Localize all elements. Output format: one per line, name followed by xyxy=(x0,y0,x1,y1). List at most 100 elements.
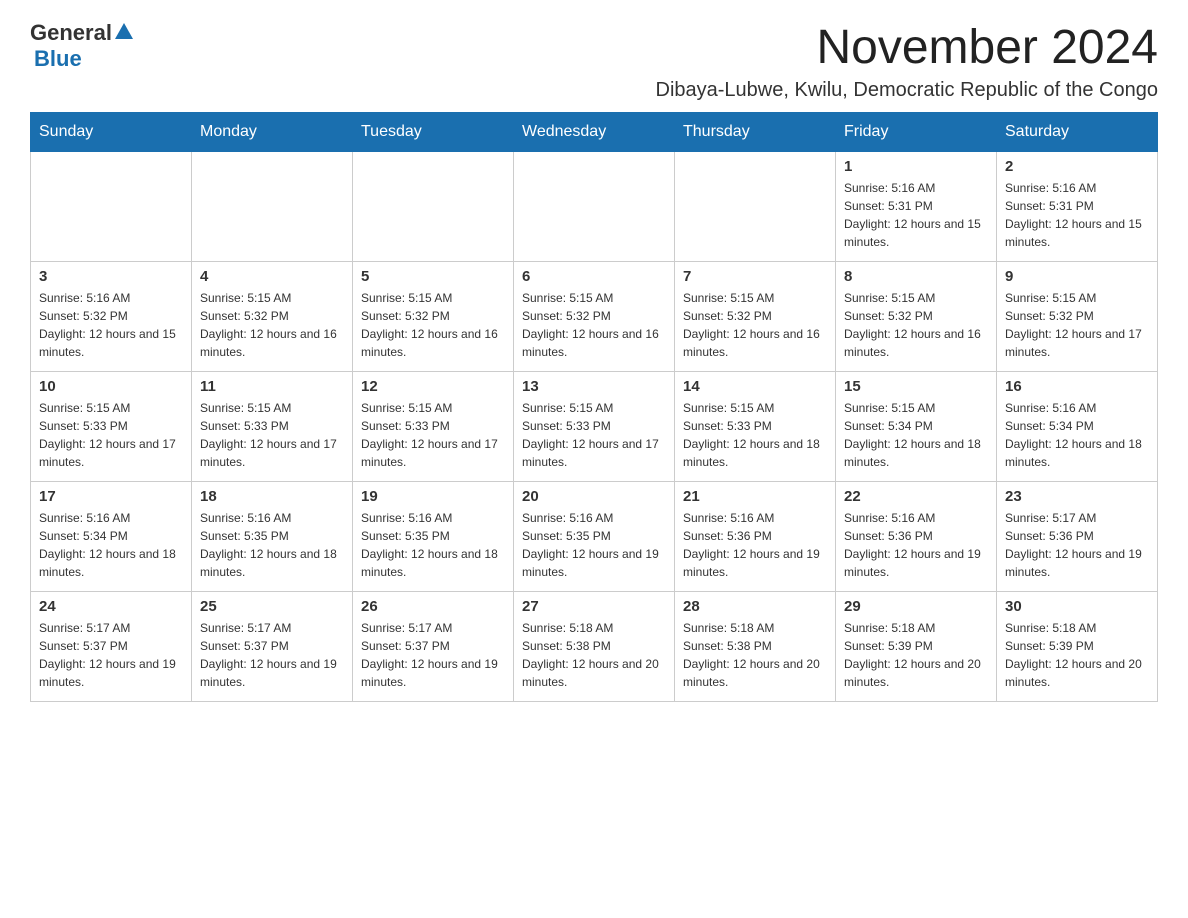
day-info: Sunrise: 5:16 AMSunset: 5:34 PMDaylight:… xyxy=(39,511,176,579)
day-info: Sunrise: 5:15 AMSunset: 5:32 PMDaylight:… xyxy=(844,291,981,359)
col-friday: Friday xyxy=(836,113,997,152)
header: General Blue November 2024 Dibaya-Lubwe,… xyxy=(30,20,1158,102)
day-info: Sunrise: 5:17 AMSunset: 5:37 PMDaylight:… xyxy=(39,621,176,689)
table-row: 28 Sunrise: 5:18 AMSunset: 5:38 PMDaylig… xyxy=(675,592,836,702)
col-monday: Monday xyxy=(192,113,353,152)
day-info: Sunrise: 5:16 AMSunset: 5:31 PMDaylight:… xyxy=(1005,181,1142,249)
day-info: Sunrise: 5:17 AMSunset: 5:37 PMDaylight:… xyxy=(361,621,498,689)
day-info: Sunrise: 5:15 AMSunset: 5:32 PMDaylight:… xyxy=(683,291,820,359)
day-info: Sunrise: 5:15 AMSunset: 5:33 PMDaylight:… xyxy=(39,401,176,469)
table-row: 9 Sunrise: 5:15 AMSunset: 5:32 PMDayligh… xyxy=(997,262,1158,372)
table-row: 1 Sunrise: 5:16 AMSunset: 5:31 PMDayligh… xyxy=(836,152,997,262)
location-title: Dibaya-Lubwe, Kwilu, Democratic Republic… xyxy=(656,79,1158,102)
table-row: 10 Sunrise: 5:15 AMSunset: 5:33 PMDaylig… xyxy=(31,372,192,482)
day-info: Sunrise: 5:17 AMSunset: 5:36 PMDaylight:… xyxy=(1005,511,1142,579)
day-number: 13 xyxy=(522,378,666,395)
day-info: Sunrise: 5:16 AMSunset: 5:36 PMDaylight:… xyxy=(683,511,820,579)
col-sunday: Sunday xyxy=(31,113,192,152)
table-row: 15 Sunrise: 5:15 AMSunset: 5:34 PMDaylig… xyxy=(836,372,997,482)
day-info: Sunrise: 5:15 AMSunset: 5:33 PMDaylight:… xyxy=(200,401,337,469)
day-number: 3 xyxy=(39,268,183,285)
day-info: Sunrise: 5:15 AMSunset: 5:33 PMDaylight:… xyxy=(361,401,498,469)
table-row: 13 Sunrise: 5:15 AMSunset: 5:33 PMDaylig… xyxy=(514,372,675,482)
table-row: 26 Sunrise: 5:17 AMSunset: 5:37 PMDaylig… xyxy=(353,592,514,702)
table-row: 2 Sunrise: 5:16 AMSunset: 5:31 PMDayligh… xyxy=(997,152,1158,262)
table-row: 22 Sunrise: 5:16 AMSunset: 5:36 PMDaylig… xyxy=(836,482,997,592)
day-number: 15 xyxy=(844,378,988,395)
table-row: 18 Sunrise: 5:16 AMSunset: 5:35 PMDaylig… xyxy=(192,482,353,592)
day-number: 21 xyxy=(683,488,827,505)
day-number: 11 xyxy=(200,378,344,395)
day-number: 22 xyxy=(844,488,988,505)
day-info: Sunrise: 5:16 AMSunset: 5:35 PMDaylight:… xyxy=(200,511,337,579)
day-info: Sunrise: 5:15 AMSunset: 5:32 PMDaylight:… xyxy=(200,291,337,359)
table-row: 30 Sunrise: 5:18 AMSunset: 5:39 PMDaylig… xyxy=(997,592,1158,702)
day-info: Sunrise: 5:15 AMSunset: 5:32 PMDaylight:… xyxy=(361,291,498,359)
day-info: Sunrise: 5:16 AMSunset: 5:35 PMDaylight:… xyxy=(361,511,498,579)
title-area: November 2024 Dibaya-Lubwe, Kwilu, Democ… xyxy=(656,20,1158,102)
day-info: Sunrise: 5:15 AMSunset: 5:33 PMDaylight:… xyxy=(683,401,820,469)
day-info: Sunrise: 5:15 AMSunset: 5:32 PMDaylight:… xyxy=(1005,291,1142,359)
table-row: 14 Sunrise: 5:15 AMSunset: 5:33 PMDaylig… xyxy=(675,372,836,482)
table-row: 17 Sunrise: 5:16 AMSunset: 5:34 PMDaylig… xyxy=(31,482,192,592)
calendar-header-row: Sunday Monday Tuesday Wednesday Thursday… xyxy=(31,113,1158,152)
day-number: 27 xyxy=(522,598,666,615)
day-info: Sunrise: 5:16 AMSunset: 5:32 PMDaylight:… xyxy=(39,291,176,359)
table-row xyxy=(675,152,836,262)
day-number: 5 xyxy=(361,268,505,285)
day-info: Sunrise: 5:17 AMSunset: 5:37 PMDaylight:… xyxy=(200,621,337,689)
day-info: Sunrise: 5:16 AMSunset: 5:36 PMDaylight:… xyxy=(844,511,981,579)
calendar-week-row: 17 Sunrise: 5:16 AMSunset: 5:34 PMDaylig… xyxy=(31,482,1158,592)
col-thursday: Thursday xyxy=(675,113,836,152)
table-row: 21 Sunrise: 5:16 AMSunset: 5:36 PMDaylig… xyxy=(675,482,836,592)
day-number: 4 xyxy=(200,268,344,285)
day-number: 12 xyxy=(361,378,505,395)
table-row: 11 Sunrise: 5:15 AMSunset: 5:33 PMDaylig… xyxy=(192,372,353,482)
day-number: 1 xyxy=(844,158,988,175)
day-number: 7 xyxy=(683,268,827,285)
day-number: 30 xyxy=(1005,598,1149,615)
calendar-table: Sunday Monday Tuesday Wednesday Thursday… xyxy=(30,112,1158,702)
table-row: 25 Sunrise: 5:17 AMSunset: 5:37 PMDaylig… xyxy=(192,592,353,702)
table-row xyxy=(353,152,514,262)
month-title: November 2024 xyxy=(656,20,1158,75)
day-number: 26 xyxy=(361,598,505,615)
day-info: Sunrise: 5:18 AMSunset: 5:38 PMDaylight:… xyxy=(683,621,820,689)
col-saturday: Saturday xyxy=(997,113,1158,152)
table-row xyxy=(192,152,353,262)
day-number: 16 xyxy=(1005,378,1149,395)
day-info: Sunrise: 5:15 AMSunset: 5:32 PMDaylight:… xyxy=(522,291,659,359)
table-row xyxy=(31,152,192,262)
day-info: Sunrise: 5:15 AMSunset: 5:34 PMDaylight:… xyxy=(844,401,981,469)
day-number: 9 xyxy=(1005,268,1149,285)
table-row: 19 Sunrise: 5:16 AMSunset: 5:35 PMDaylig… xyxy=(353,482,514,592)
day-number: 24 xyxy=(39,598,183,615)
day-number: 2 xyxy=(1005,158,1149,175)
table-row: 7 Sunrise: 5:15 AMSunset: 5:32 PMDayligh… xyxy=(675,262,836,372)
day-info: Sunrise: 5:18 AMSunset: 5:39 PMDaylight:… xyxy=(844,621,981,689)
day-number: 28 xyxy=(683,598,827,615)
table-row: 24 Sunrise: 5:17 AMSunset: 5:37 PMDaylig… xyxy=(31,592,192,702)
calendar-week-row: 1 Sunrise: 5:16 AMSunset: 5:31 PMDayligh… xyxy=(31,152,1158,262)
logo-blue-text: Blue xyxy=(34,46,82,72)
day-number: 8 xyxy=(844,268,988,285)
day-number: 14 xyxy=(683,378,827,395)
day-number: 19 xyxy=(361,488,505,505)
table-row xyxy=(514,152,675,262)
logo: General Blue xyxy=(30,20,133,72)
table-row: 20 Sunrise: 5:16 AMSunset: 5:35 PMDaylig… xyxy=(514,482,675,592)
table-row: 4 Sunrise: 5:15 AMSunset: 5:32 PMDayligh… xyxy=(192,262,353,372)
table-row: 16 Sunrise: 5:16 AMSunset: 5:34 PMDaylig… xyxy=(997,372,1158,482)
day-number: 17 xyxy=(39,488,183,505)
day-info: Sunrise: 5:16 AMSunset: 5:35 PMDaylight:… xyxy=(522,511,659,579)
col-wednesday: Wednesday xyxy=(514,113,675,152)
day-number: 20 xyxy=(522,488,666,505)
table-row: 12 Sunrise: 5:15 AMSunset: 5:33 PMDaylig… xyxy=(353,372,514,482)
day-info: Sunrise: 5:16 AMSunset: 5:34 PMDaylight:… xyxy=(1005,401,1142,469)
calendar-week-row: 3 Sunrise: 5:16 AMSunset: 5:32 PMDayligh… xyxy=(31,262,1158,372)
day-info: Sunrise: 5:15 AMSunset: 5:33 PMDaylight:… xyxy=(522,401,659,469)
day-number: 10 xyxy=(39,378,183,395)
day-info: Sunrise: 5:18 AMSunset: 5:38 PMDaylight:… xyxy=(522,621,659,689)
calendar-week-row: 24 Sunrise: 5:17 AMSunset: 5:37 PMDaylig… xyxy=(31,592,1158,702)
table-row: 8 Sunrise: 5:15 AMSunset: 5:32 PMDayligh… xyxy=(836,262,997,372)
